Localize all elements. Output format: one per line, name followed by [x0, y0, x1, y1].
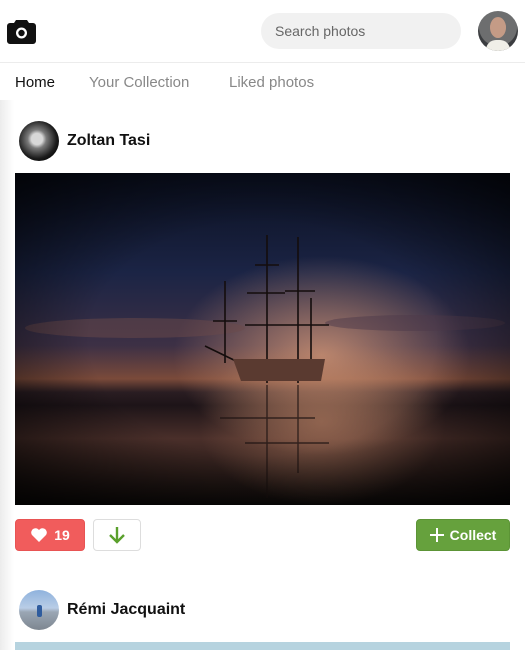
- camera-icon[interactable]: [7, 18, 36, 44]
- author-avatar[interactable]: [19, 121, 59, 161]
- heart-icon: [31, 528, 48, 542]
- avatar-face: [490, 17, 506, 38]
- top-header: [0, 0, 525, 63]
- collect-label: Collect: [449, 527, 497, 543]
- like-button[interactable]: 19: [15, 519, 85, 551]
- user-avatar[interactable]: [478, 11, 518, 51]
- post-author: Zoltan Tasi: [19, 121, 150, 161]
- main-nav: Home Your Collection Liked photos: [0, 64, 525, 104]
- avatar-shirt: [486, 40, 510, 51]
- tab-your-collection[interactable]: Your Collection: [89, 74, 189, 91]
- search-input[interactable]: [261, 13, 461, 49]
- post-photo[interactable]: [15, 173, 510, 505]
- author-name[interactable]: Zoltan Tasi: [67, 132, 150, 150]
- ship-photo-image: [15, 173, 510, 505]
- tab-liked-photos[interactable]: Liked photos: [229, 74, 314, 91]
- post-author: Rémi Jacquaint: [19, 590, 185, 630]
- page: Home Your Collection Liked photos Zoltan…: [0, 0, 525, 650]
- post-photo[interactable]: [15, 642, 510, 650]
- author-name[interactable]: Rémi Jacquaint: [67, 601, 185, 619]
- download-button[interactable]: [93, 519, 141, 551]
- arrow-down-icon: [109, 527, 125, 544]
- tab-home[interactable]: Home: [15, 74, 55, 91]
- author-avatar[interactable]: [19, 590, 59, 630]
- collect-button[interactable]: Collect: [416, 519, 510, 551]
- like-count: 19: [54, 527, 70, 543]
- post-actions: 19 Collect: [15, 519, 510, 551]
- avatar-figure: [37, 605, 42, 617]
- plus-icon: [429, 528, 444, 542]
